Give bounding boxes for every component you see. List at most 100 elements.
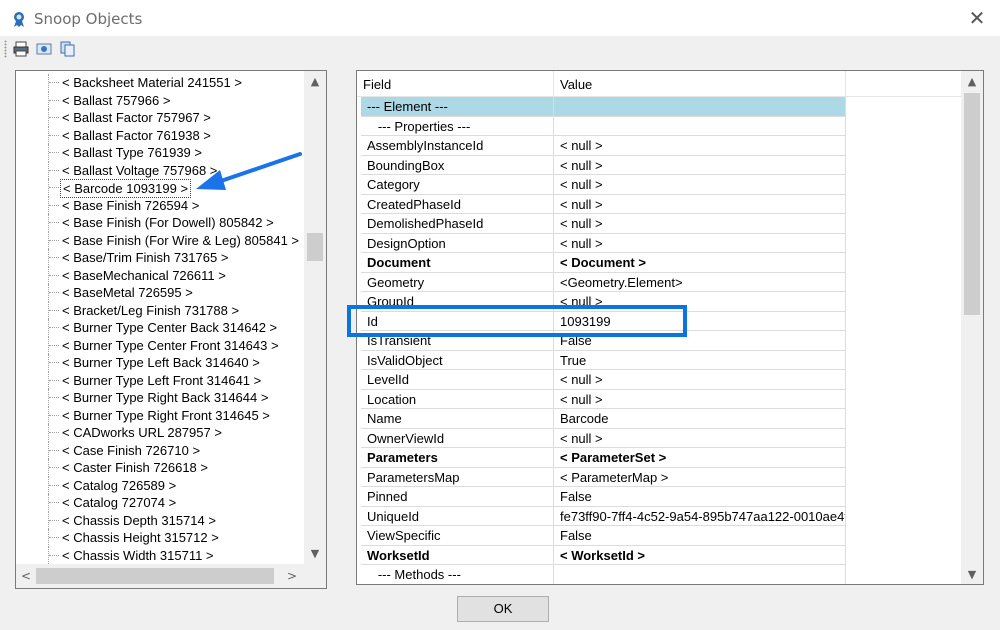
grid-row[interactable]: DemolishedPhaseId < null > [357,214,846,234]
tree-connector [49,222,59,223]
tree-connector [49,152,59,153]
grid-scroll-down-icon[interactable]: ▼ [961,566,983,584]
scroll-right-icon[interactable]: > [282,564,302,588]
field-cell: BoundingBox [361,155,554,175]
grid-row[interactable]: ViewSpecific False [357,526,846,546]
tree-item[interactable]: < Catalog 726589 > [16,476,304,494]
tree-scroll-thumb[interactable] [307,233,323,261]
value-cell: < null > [554,194,846,214]
tree-item[interactable]: < Burner Type Left Back 314640 > [16,354,304,372]
object-tree[interactable]: < Backsheet Material 241551 > < Ballast 7… [15,70,327,589]
grid-row[interactable]: UniqueId fe73ff90-7ff4-4c52-9a54-895b747a… [357,506,846,526]
grid-row[interactable]: LevelId < null > [357,370,846,390]
grid-vertical-scrollbar[interactable]: ▲ ▼ [961,71,983,584]
tree-item[interactable]: < CADworks URL 287957 > [16,424,304,442]
tree-item[interactable]: < Chassis Width 315711 > [16,546,304,564]
tree-item[interactable]: < Burner Type Center Front 314643 > [16,336,304,354]
grid-row[interactable]: --- Methods --- [357,565,846,584]
ok-button[interactable]: OK [457,596,549,622]
grid-row[interactable]: Document < Document > [357,253,846,273]
tree-connector [49,169,59,171]
scroll-left-icon[interactable]: < [16,564,36,588]
value-column-header[interactable]: Value [554,71,846,97]
grid-scroll-up-icon[interactable]: ▲ [961,73,983,91]
tree-item[interactable]: < BaseMechanical 726611 > [16,266,304,284]
grid-row[interactable]: --- Properties --- [357,116,846,136]
tree-item[interactable]: < Chassis Height 315712 > [16,529,304,547]
grid-row[interactable]: Name Barcode [357,409,846,429]
value-cell: False [554,487,846,507]
tree-item[interactable]: < Burner Type Center Back 314642 > [16,319,304,337]
value-cell: Barcode [554,409,846,429]
grid-row[interactable]: GroupId < null > [357,292,846,312]
tree-item[interactable]: < Base Finish (For Wire & Leg) 805841 > [16,231,304,249]
annotation-arrow-icon [196,152,302,190]
tree-item[interactable]: < Burner Type Right Back 314644 > [16,389,304,407]
tree-item[interactable]: < Base Finish 726594 > [16,196,304,214]
tree-item[interactable]: < Chassis Depth 315714 > [16,511,304,529]
grid-scroll-thumb[interactable] [964,93,980,315]
grid-row[interactable]: --- Element --- [357,97,846,117]
print-icon[interactable] [12,40,30,58]
tree-vertical-scrollbar[interactable]: ▲ ▼ [304,71,326,565]
tree-item[interactable]: < Bracket/Leg Finish 731788 > [16,301,304,319]
value-cell: 1093199 [554,311,846,331]
tree-horizontal-scrollbar[interactable]: < > [16,564,304,588]
grid-row[interactable]: Pinned False [357,487,846,507]
grid-body: --- Element --- --- Properties --- Assemb… [357,97,963,584]
field-cell: DesignOption [361,233,554,253]
tree-item-label: < Burner Type Right Front 314645 > [62,407,270,423]
property-grid[interactable]: Field Value --- Element --- --- Properti… [356,70,984,585]
value-cell: < null > [554,292,846,312]
grid-row[interactable]: Id 1093199 [357,311,846,331]
grid-row[interactable]: AssemblyInstanceId < null > [357,136,846,156]
grid-row[interactable]: Parameters < ParameterSet > [357,448,846,468]
tree-item-label: < Burner Type Left Front 314641 > [62,372,262,388]
tree-item[interactable]: < BaseMetal 726595 > [16,284,304,302]
grid-row[interactable]: BoundingBox < null > [357,155,846,175]
tree-item[interactable]: < Ballast Factor 757967 > [16,109,304,127]
tree-item[interactable]: < Burner Type Left Front 314641 > [16,371,304,389]
tree-item[interactable]: < Caster Finish 726618 > [16,459,304,477]
grid-row[interactable]: ParametersMap < ParameterMap > [357,467,846,487]
tree-item-label: < Case Finish 726710 > [62,442,201,458]
close-icon: ✕ [968,6,986,30]
grid-row[interactable]: IsValidObject True [357,350,846,370]
tree-item-label: < Chassis Height 315712 > [62,530,219,545]
field-cell: Geometry [361,272,554,292]
grid-row[interactable]: Location < null > [357,389,846,409]
toolbar-grip[interactable] [4,40,7,58]
tree-item-label: < Ballast Factor 761938 > [62,127,211,143]
close-button[interactable]: ✕ [962,4,992,32]
scroll-down-icon[interactable]: ▼ [304,545,326,563]
tree-item[interactable]: < Backsheet Material 241551 > [16,74,304,92]
snapshot-icon[interactable] [35,40,53,58]
grid-row[interactable]: Category < null > [357,175,846,195]
tree-item[interactable]: < Base Finish (For Dowell) 805842 > [16,214,304,232]
field-cell: WorksetId [361,545,554,565]
grid-row[interactable]: CreatedPhaseId < null > [357,194,846,214]
grid-row[interactable]: OwnerViewId < null > [357,428,846,448]
tree-item[interactable]: < Burner Type Right Front 314645 > [16,406,304,424]
tree-item[interactable]: < Ballast Factor 761938 > [16,126,304,144]
tree-connector [49,239,59,241]
tree-connector [49,344,59,346]
tree-connector [49,309,59,311]
scroll-up-icon[interactable]: ▲ [304,73,326,91]
tree-item[interactable]: < Ballast 757966 > [16,91,304,109]
tree-connector [49,187,59,188]
tree-hscroll-thumb[interactable] [36,568,274,584]
tree-connector [49,117,59,118]
tree-item[interactable]: < Case Finish 726710 > [16,441,304,459]
grid-row[interactable]: IsTransient False [357,331,846,351]
tree-connector [49,397,59,398]
copy-icon[interactable] [58,40,76,58]
grid-row[interactable]: Geometry <Geometry.Element> [357,272,846,292]
grid-row[interactable]: DesignOption < null > [357,233,846,253]
tree-item[interactable]: < Catalog 727074 > [16,494,304,512]
tree-item-label: < Backsheet Material 241551 > [62,75,242,90]
field-cell: --- Properties --- [361,116,554,136]
tree-item[interactable]: < Base/Trim Finish 731765 > [16,249,304,267]
grid-row[interactable]: WorksetId < WorksetId > [357,545,846,565]
field-column-header[interactable]: Field [357,71,554,97]
